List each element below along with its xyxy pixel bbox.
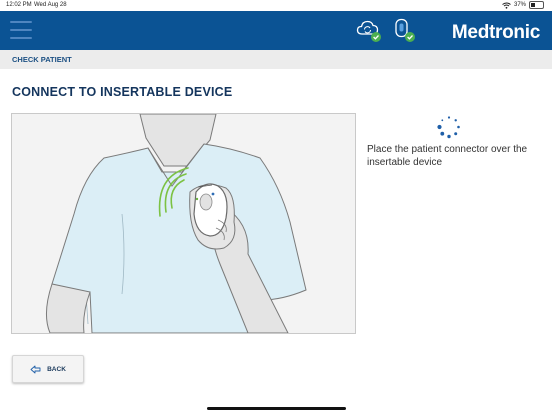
breadcrumb-bar: CHECK PATIENT [0, 50, 552, 69]
cloud-sync-check-icon[interactable] [356, 17, 382, 43]
back-arrow-icon [30, 365, 41, 373]
back-button-label: BACK [47, 365, 66, 373]
page-title: CONNECT TO INSERTABLE DEVICE [12, 85, 233, 99]
loading-spinner-icon [437, 116, 460, 139]
connect-illustration [11, 113, 356, 334]
menu-icon[interactable] [10, 21, 32, 40]
instruction-text: Place the patient connector over the ins… [367, 144, 528, 168]
back-button[interactable]: BACK [12, 355, 84, 383]
battery-percent: 37% [513, 2, 526, 8]
breadcrumb: CHECK PATIENT [12, 55, 72, 64]
status-indicators: 37% [502, 1, 544, 9]
battery-level-fill [531, 3, 536, 7]
patient-connector-illustration [12, 114, 355, 333]
brand-logo: Medtronic [451, 22, 540, 43]
status-time: 12:02 PM [6, 2, 32, 8]
device-connected-check-icon[interactable] [391, 17, 417, 43]
battery-icon [529, 1, 544, 9]
home-indicator[interactable] [207, 407, 346, 410]
app-header: Medtronic [0, 11, 552, 50]
status-bar: 12:02 PM Wed Aug 28 37% [0, 0, 552, 11]
status-date: Wed Aug 28 [34, 2, 67, 8]
wifi-icon [502, 2, 511, 9]
